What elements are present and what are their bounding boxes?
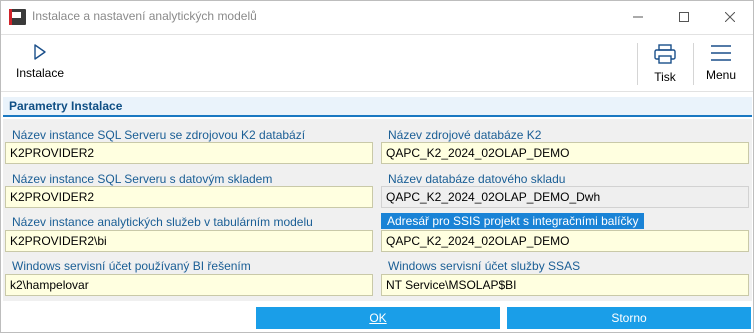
window-title: Instalace a nastavení analytických model… [32,9,257,23]
ssis-folder-label: Adresář pro SSIS projekt s integračními … [381,213,645,229]
menu-label: Menu [705,68,737,82]
play-icon [34,44,46,60]
minimize-button[interactable] [615,1,661,32]
ssas-service-account-label: Windows servisní účet služby SSAS [388,259,581,273]
dialog-buttons: OK Storno [3,302,752,332]
ssis-folder-input[interactable]: QAPC_K2_2024_02OLAP_DEMO [381,230,749,252]
form-area: Název instance SQL Serveru se zdrojovou … [3,119,752,301]
maximize-icon [679,11,689,22]
analysis-services-instance-label: Název instance analytických služeb v tab… [12,215,313,229]
ssas-service-account-input[interactable]: NT Service\MSOLAP$BI [381,274,749,296]
menu-button[interactable]: Menu [696,35,746,92]
sql-source-instance-label: Název instance SQL Serveru se zdrojovou … [12,128,306,142]
toolbar-separator [693,43,694,85]
ok-label: OK [369,311,387,325]
toolbar: Instalace Tisk Menu [1,34,753,92]
sql-source-instance-input[interactable]: K2PROVIDER2 [5,142,373,164]
install-label: Instalace [15,66,65,80]
install-button[interactable]: Instalace [11,35,69,92]
sql-dwh-instance-label: Název instance SQL Serveru s datovým skl… [12,172,273,186]
dialog-window: Instalace a nastavení analytických model… [0,0,754,333]
source-db-label: Název zdrojové databáze K2 [388,128,542,142]
dwh-db-input: QAPC_K2_2024_02OLAP_DEMO_Dwh [381,186,749,208]
bi-service-account-label: Windows servisní účet používaný BI řešen… [12,259,251,273]
k2-app-icon [9,9,26,25]
print-label: Tisk [654,70,676,84]
source-db-input[interactable]: QAPC_K2_2024_02OLAP_DEMO [381,142,749,164]
title-bar: Instalace a nastavení analytických model… [1,1,753,32]
section-header: Parametry Instalace [3,97,752,117]
dwh-db-label: Název databáze datového skladu [388,172,566,186]
storno-label: Storno [611,311,647,325]
analysis-services-instance-input[interactable]: K2PROVIDER2\bi [5,230,373,252]
ok-button[interactable]: OK [256,307,500,329]
bi-service-account-input[interactable]: k2\hampelovar [5,274,373,296]
minimize-icon [633,16,643,17]
print-button[interactable]: Tisk [640,35,690,92]
hamburger-menu-icon [711,45,731,61]
printer-icon [654,44,676,64]
sql-dwh-instance-input[interactable]: K2PROVIDER2 [5,186,373,208]
storno-button[interactable]: Storno [507,307,751,329]
section-title: Parametry Instalace [9,99,123,113]
close-icon [725,11,735,22]
maximize-button[interactable] [661,1,707,32]
close-button[interactable] [707,1,753,32]
toolbar-separator [637,43,638,85]
